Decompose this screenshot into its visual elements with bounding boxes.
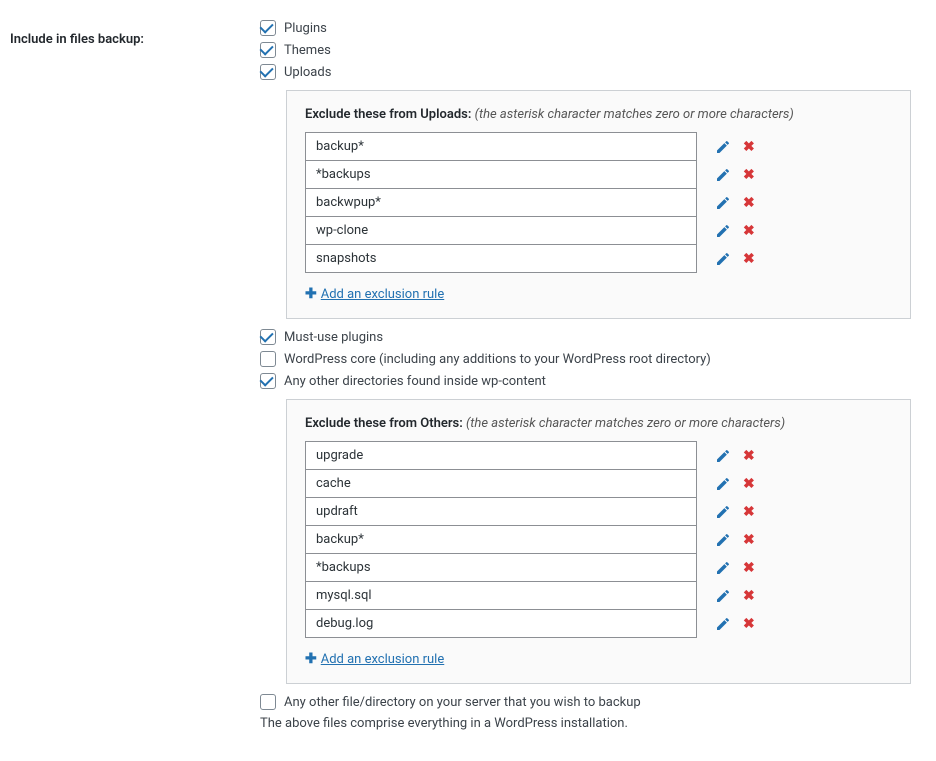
plus-icon: ✚ (305, 286, 317, 302)
exclusion-rule-input[interactable]: updraft (305, 497, 697, 526)
edit-icon[interactable] (715, 167, 731, 183)
checkbox-themes-label: Themes (284, 43, 331, 58)
exclusion-rule-row: upgrade ✖ (305, 441, 892, 470)
exclusion-rule-row: mysql.sql ✖ (305, 581, 892, 610)
checkbox-plugins-row[interactable]: Plugins (260, 20, 926, 36)
checkbox-themes-row[interactable]: Themes (260, 42, 926, 58)
checkbox-other-dirs-label: Any other directories found inside wp-co… (284, 374, 546, 389)
others-exclusion-header: Exclude these from Others: (the asterisk… (305, 416, 892, 431)
others-exclusion-hint: (the asterisk character matches zero or … (466, 416, 785, 431)
exclusion-rule-input[interactable]: backup* (305, 525, 697, 554)
exclusion-rule-row: backwpup* ✖ (305, 188, 892, 217)
uploads-add-rule-label: Add an exclusion rule (321, 287, 445, 302)
others-add-rule-button[interactable]: ✚ Add an exclusion rule (305, 651, 892, 667)
exclusion-rule-input[interactable]: debug.log (305, 609, 697, 638)
uploads-rules-list: backup*✖*backups✖backwpup*✖wp-clone✖snap… (305, 132, 892, 273)
edit-icon[interactable] (715, 251, 731, 267)
delete-icon[interactable]: ✖ (743, 560, 755, 576)
edit-icon[interactable] (715, 560, 731, 576)
checkbox-wp-core-row[interactable]: WordPress core (including any additions … (260, 351, 926, 367)
exclusion-rule-row: wp-clone ✖ (305, 216, 892, 245)
delete-icon[interactable]: ✖ (743, 532, 755, 548)
delete-icon[interactable]: ✖ (743, 504, 755, 520)
checkbox-other-files-label: Any other file/directory on your server … (284, 695, 641, 710)
checkbox-other-dirs[interactable] (260, 373, 276, 389)
footnote-text: The above files comprise everything in a… (260, 716, 926, 731)
edit-icon[interactable] (715, 588, 731, 604)
edit-icon[interactable] (715, 616, 731, 632)
checkbox-wp-core[interactable] (260, 351, 276, 367)
delete-icon[interactable]: ✖ (743, 448, 755, 464)
checkbox-plugins-label: Plugins (284, 21, 327, 36)
checkbox-other-files-row[interactable]: Any other file/directory on your server … (260, 694, 926, 710)
edit-icon[interactable] (715, 504, 731, 520)
exclusion-rule-input[interactable]: *backups (305, 553, 697, 582)
exclusion-rule-row: *backups ✖ (305, 553, 892, 582)
delete-icon[interactable]: ✖ (743, 251, 755, 267)
checkbox-other-dirs-row[interactable]: Any other directories found inside wp-co… (260, 373, 926, 389)
exclusion-rule-input[interactable]: wp-clone (305, 216, 697, 245)
exclusion-rule-row: snapshots ✖ (305, 244, 892, 273)
others-exclusion-title: Exclude these from Others: (305, 416, 463, 431)
exclusion-rule-input[interactable]: *backups (305, 160, 697, 189)
delete-icon[interactable]: ✖ (743, 223, 755, 239)
exclusion-rule-row: backup* ✖ (305, 525, 892, 554)
uploads-exclusion-hint: (the asterisk character matches zero or … (475, 107, 794, 122)
checkbox-mu-plugins[interactable] (260, 329, 276, 345)
exclusion-rule-input[interactable]: snapshots (305, 244, 697, 273)
checkbox-wp-core-label: WordPress core (including any additions … (284, 352, 711, 367)
edit-icon[interactable] (715, 223, 731, 239)
edit-icon[interactable] (715, 139, 731, 155)
delete-icon[interactable]: ✖ (743, 588, 755, 604)
exclusion-rule-input[interactable]: upgrade (305, 441, 697, 470)
exclusion-rule-row: cache ✖ (305, 469, 892, 498)
edit-icon[interactable] (715, 476, 731, 492)
uploads-exclusion-header: Exclude these from Uploads: (the asteris… (305, 107, 892, 122)
checkbox-uploads[interactable] (260, 64, 276, 80)
exclusion-rule-row: updraft ✖ (305, 497, 892, 526)
exclusion-rule-input[interactable]: mysql.sql (305, 581, 697, 610)
exclusion-rule-row: *backups ✖ (305, 160, 892, 189)
exclusion-rule-input[interactable]: cache (305, 469, 697, 498)
delete-icon[interactable]: ✖ (743, 167, 755, 183)
checkbox-mu-plugins-row[interactable]: Must-use plugins (260, 329, 926, 345)
uploads-exclusion-box: Exclude these from Uploads: (the asteris… (286, 90, 911, 319)
exclusion-rule-row: debug.log ✖ (305, 609, 892, 638)
section-label: Include in files backup: (10, 20, 260, 731)
exclusion-rule-input[interactable]: backup* (305, 132, 697, 161)
others-rules-list: upgrade✖cache✖updraft✖backup*✖*backups✖m… (305, 441, 892, 638)
checkbox-mu-plugins-label: Must-use plugins (284, 330, 383, 345)
edit-icon[interactable] (715, 448, 731, 464)
exclusion-rule-input[interactable]: backwpup* (305, 188, 697, 217)
delete-icon[interactable]: ✖ (743, 476, 755, 492)
others-add-rule-label: Add an exclusion rule (321, 652, 445, 667)
plus-icon: ✚ (305, 651, 317, 667)
uploads-add-rule-button[interactable]: ✚ Add an exclusion rule (305, 286, 892, 302)
checkbox-plugins[interactable] (260, 20, 276, 36)
uploads-exclusion-title: Exclude these from Uploads: (305, 107, 471, 122)
others-exclusion-box: Exclude these from Others: (the asterisk… (286, 399, 911, 684)
checkbox-uploads-row[interactable]: Uploads (260, 64, 926, 80)
edit-icon[interactable] (715, 532, 731, 548)
delete-icon[interactable]: ✖ (743, 616, 755, 632)
checkbox-other-files[interactable] (260, 694, 276, 710)
checkbox-uploads-label: Uploads (284, 65, 331, 80)
edit-icon[interactable] (715, 195, 731, 211)
delete-icon[interactable]: ✖ (743, 195, 755, 211)
exclusion-rule-row: backup* ✖ (305, 132, 892, 161)
delete-icon[interactable]: ✖ (743, 139, 755, 155)
checkbox-themes[interactable] (260, 42, 276, 58)
